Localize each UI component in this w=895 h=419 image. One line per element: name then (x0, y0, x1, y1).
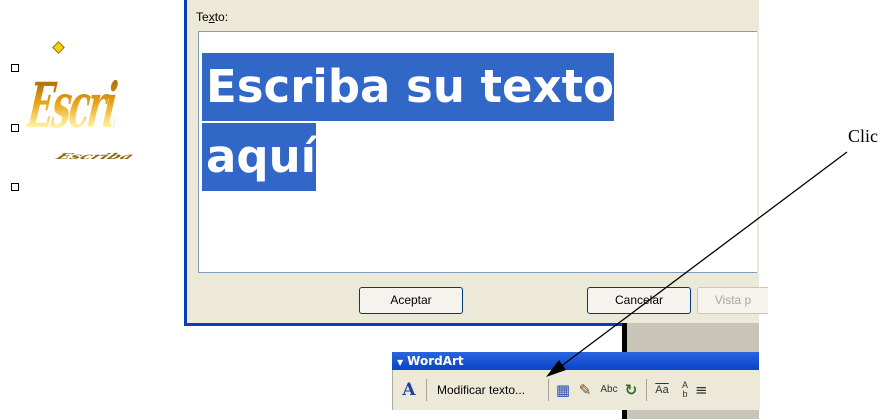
callout-arrow (546, 151, 848, 377)
